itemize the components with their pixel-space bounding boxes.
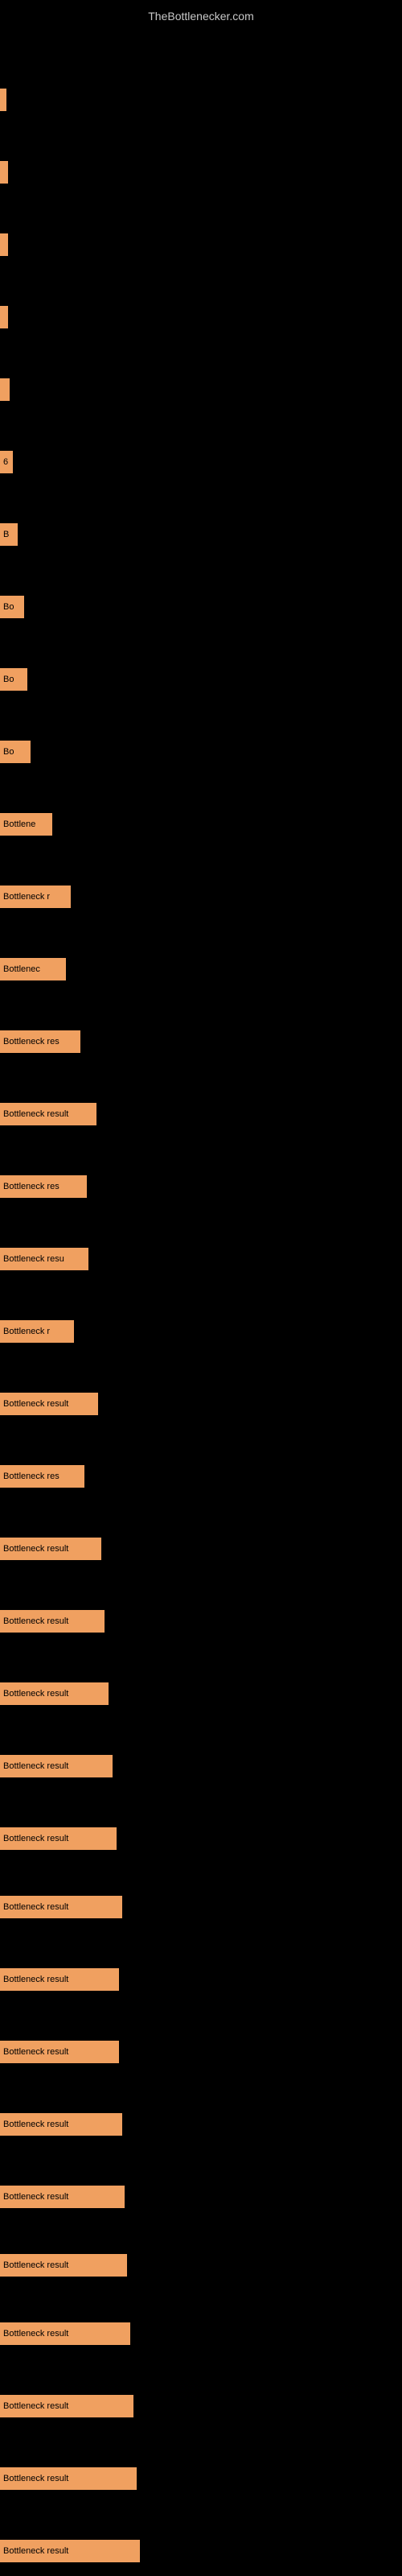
- bar-item: [0, 306, 8, 328]
- bar-row: Bottleneck result: [0, 2540, 140, 2562]
- bar-item: [0, 89, 6, 111]
- bar-item: Bottleneck result: [0, 2467, 137, 2490]
- bar-item: Bottleneck result: [0, 1538, 101, 1560]
- bar-item: Bottlenec: [0, 958, 66, 980]
- bar-row: [0, 378, 10, 401]
- bar-item: Bottleneck result: [0, 2395, 133, 2417]
- bar-item: Bottleneck result: [0, 2254, 127, 2277]
- bar-row: Bottleneck result: [0, 1103, 96, 1125]
- bar-item: Bottleneck result: [0, 2322, 130, 2345]
- bar-item: Bo: [0, 741, 31, 763]
- bar-item: Bottleneck result: [0, 1968, 119, 1991]
- bar-item: Bottlene: [0, 813, 52, 836]
- bar-row: 6: [0, 451, 13, 473]
- bar-row: [0, 233, 8, 256]
- bar-item: [0, 378, 10, 401]
- bar-row: Bottleneck result: [0, 1827, 117, 1850]
- bar-item: Bottleneck result: [0, 1682, 109, 1705]
- bar-row: B: [0, 523, 18, 546]
- bar-row: Bottleneck result: [0, 2395, 133, 2417]
- bar-row: Bottleneck result: [0, 1538, 101, 1560]
- bar-row: Bottleneck resu: [0, 1248, 88, 1270]
- bar-row: Bottleneck result: [0, 1682, 109, 1705]
- bar-row: Bottleneck result: [0, 2113, 122, 2136]
- bar-item: Bo: [0, 668, 27, 691]
- bar-row: Bottleneck res: [0, 1465, 84, 1488]
- bar-item: Bo: [0, 596, 24, 618]
- bar-item: [0, 161, 8, 184]
- bar-row: [0, 161, 8, 184]
- bar-row: Bottleneck result: [0, 1968, 119, 1991]
- bar-row: Bottleneck result: [0, 2467, 137, 2490]
- site-title: TheBottlenecker.com: [0, 3, 402, 29]
- bar-row: Bottleneck result: [0, 1393, 98, 1415]
- bar-row: Bo: [0, 596, 24, 618]
- bar-row: Bottleneck result: [0, 1755, 113, 1777]
- bar-item: Bottleneck result: [0, 2113, 122, 2136]
- bar-row: [0, 306, 8, 328]
- bar-item: B: [0, 523, 18, 546]
- bar-item: Bottleneck res: [0, 1030, 80, 1053]
- bar-row: Bottleneck result: [0, 2041, 119, 2063]
- bar-row: Bottleneck result: [0, 2254, 127, 2277]
- bar-row: Bottleneck r: [0, 1320, 74, 1343]
- bar-item: Bottleneck result: [0, 1393, 98, 1415]
- bar-row: Bottlene: [0, 813, 52, 836]
- bar-item: Bottleneck res: [0, 1465, 84, 1488]
- bar-row: Bottleneck r: [0, 886, 71, 908]
- bar-item: Bottleneck result: [0, 1610, 105, 1633]
- bar-item: Bottleneck res: [0, 1175, 87, 1198]
- bar-row: Bottleneck result: [0, 2186, 125, 2208]
- bar-item: [0, 233, 8, 256]
- bar-row: Bo: [0, 741, 31, 763]
- bar-item: Bottleneck result: [0, 2041, 119, 2063]
- bar-row: Bottleneck res: [0, 1030, 80, 1053]
- bar-row: Bottleneck result: [0, 1610, 105, 1633]
- bar-row: [0, 89, 6, 111]
- bar-row: Bottlenec: [0, 958, 66, 980]
- bar-item: Bottleneck resu: [0, 1248, 88, 1270]
- bar-item: Bottleneck result: [0, 1103, 96, 1125]
- bar-item: Bottleneck result: [0, 1755, 113, 1777]
- bar-row: Bottleneck result: [0, 1896, 122, 1918]
- bar-row: Bottleneck result: [0, 2322, 130, 2345]
- bar-item: Bottleneck result: [0, 2186, 125, 2208]
- bar-row: Bottleneck res: [0, 1175, 87, 1198]
- bar-item: Bottleneck result: [0, 1896, 122, 1918]
- bar-row: Bo: [0, 668, 27, 691]
- bar-item: 6: [0, 451, 13, 473]
- bar-item: Bottleneck r: [0, 886, 71, 908]
- bar-item: Bottleneck result: [0, 2540, 140, 2562]
- bar-item: Bottleneck r: [0, 1320, 74, 1343]
- bar-item: Bottleneck result: [0, 1827, 117, 1850]
